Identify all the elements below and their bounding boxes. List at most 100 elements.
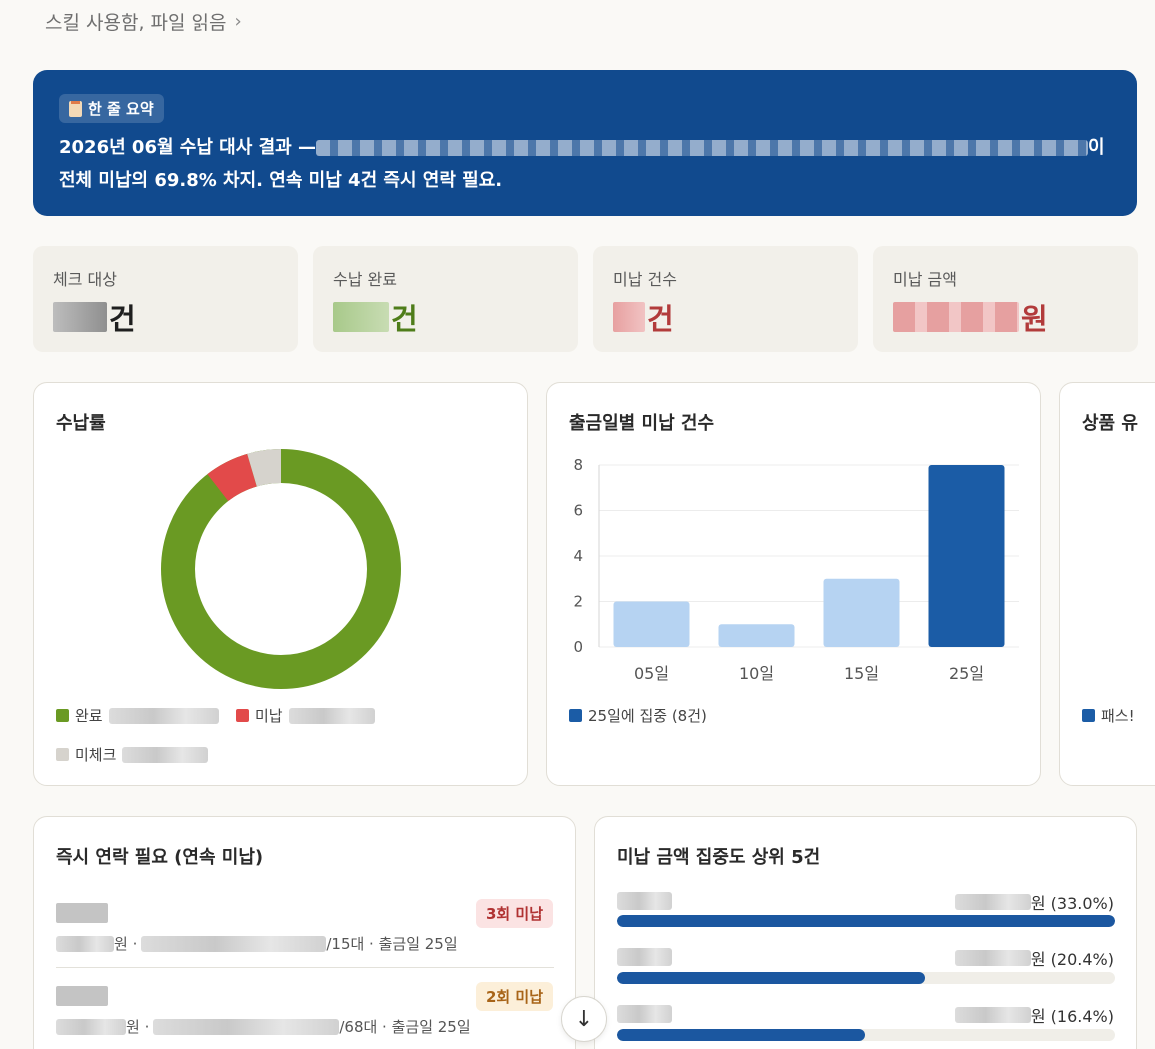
y-tick-label: 2 xyxy=(573,593,583,611)
bar-track xyxy=(617,1029,1115,1041)
legend-label: 미체크 xyxy=(75,746,117,764)
donut-slice-complete xyxy=(161,449,401,689)
stat-card-unpaid-amount: 미납 금액 원 xyxy=(873,246,1138,352)
bar-label-text: 원 (33.0%) xyxy=(1030,894,1114,913)
divider xyxy=(56,967,554,968)
stat-value: 건 xyxy=(333,296,558,338)
list-item-tail: /68대 · 출금일 25일 xyxy=(339,1018,471,1036)
stat-label: 미납 금액 xyxy=(893,270,957,289)
bar-fill xyxy=(617,972,925,984)
redacted-value xyxy=(893,302,1019,332)
list-item-tail: /15대 · 출금일 25일 xyxy=(326,935,458,953)
arrow-down-icon: ↓ xyxy=(574,1006,594,1032)
redacted-text xyxy=(56,1018,126,1035)
redacted-text xyxy=(954,894,1031,910)
redacted-name xyxy=(617,948,672,966)
stat-value: 건 xyxy=(53,296,278,338)
stat-label: 수납 완료 xyxy=(333,270,397,289)
breadcrumb-text: 스킬 사용함, 파일 읽음 xyxy=(45,12,227,34)
y-tick-label: 8 xyxy=(573,456,583,474)
status-badge: 3회 미납 xyxy=(475,899,553,928)
panel-urgent-contact: 즉시 연락 필요 (연속 미납) 3회 미납 원 · /15대 · 출금일 25… xyxy=(33,816,576,1049)
bar-fill xyxy=(617,915,1115,927)
panel-unpaid-by-date: 출금일별 미납 건수 0 2 4 6 8 05일 10일 15일 25일 25일에 집중 (8건… xyxy=(546,382,1041,786)
summary-line-1-suffix: 이 xyxy=(1087,137,1105,158)
legend-label: 패스! xyxy=(1101,707,1135,725)
bar[interactable] xyxy=(613,601,690,648)
stat-label: 체크 대상 xyxy=(53,270,117,289)
redacted-text xyxy=(122,746,209,763)
bar[interactable] xyxy=(928,465,1005,647)
bar-label: 원 (33.0%) xyxy=(954,890,1114,914)
redacted-text xyxy=(954,1007,1031,1023)
y-tick-label: 6 xyxy=(573,502,583,520)
legend-swatch xyxy=(236,709,249,722)
memo-icon xyxy=(69,100,82,117)
redacted-text xyxy=(141,935,327,952)
stat-card-checked: 체크 대상 건 xyxy=(33,246,298,352)
stat-card-paid: 수납 완료 건 xyxy=(313,246,578,352)
panel-product-type: 상품 유 패스! xyxy=(1059,382,1155,786)
legend-label: 25일에 집중 (8건) xyxy=(588,707,707,725)
donut-slice-unpaid xyxy=(207,453,258,502)
scroll-down-button[interactable]: ↓ xyxy=(561,996,607,1042)
bar-track xyxy=(617,915,1115,927)
x-tick-label: 10일 xyxy=(739,664,774,683)
bar-track xyxy=(617,972,1115,984)
amount-unit: 원 · xyxy=(114,935,138,953)
summary-banner: 한 줄 요약 2026년 06월 수납 대사 결과 — 이 전체 미납의 69.8… xyxy=(33,70,1137,216)
legend-swatch xyxy=(569,709,582,722)
stat-label: 미납 건수 xyxy=(613,270,677,289)
redacted-value xyxy=(613,302,645,332)
legend-label: 미납 xyxy=(255,707,283,725)
x-tick-label: 15일 xyxy=(844,664,879,683)
product-legend: 패스! xyxy=(1082,705,1135,726)
summary-tag: 한 줄 요약 xyxy=(59,94,164,123)
legend-unpaid: 미납 xyxy=(236,705,375,726)
list-item-detail: 원 · /68대 · 출금일 25일 xyxy=(56,1016,471,1037)
redacted-name xyxy=(617,892,672,910)
bar-label: 원 (16.4%) xyxy=(954,1003,1114,1027)
redacted-name xyxy=(56,986,108,1006)
redacted-value xyxy=(333,302,389,332)
breadcrumb[interactable]: 스킬 사용함, 파일 읽음 › xyxy=(45,8,242,35)
status-badge: 2회 미납 xyxy=(475,982,553,1011)
panel-title: 즉시 연락 필요 (연속 미납) xyxy=(56,847,264,868)
stat-unit: 건 xyxy=(109,302,136,336)
redacted-text xyxy=(108,707,219,724)
redacted-name xyxy=(617,1005,672,1023)
redacted-text xyxy=(153,1018,340,1035)
list-item-detail: 원 · /15대 · 출금일 25일 xyxy=(56,933,458,954)
legend-swatch xyxy=(56,709,69,722)
redacted-name xyxy=(56,903,108,923)
x-tick-label: 25일 xyxy=(949,664,984,683)
stat-card-unpaid-count: 미납 건수 건 xyxy=(593,246,858,352)
legend-label: 완료 xyxy=(75,707,103,725)
panel-title: 상품 유 xyxy=(1082,413,1138,434)
panel-amount-concentration: 미납 금액 집중도 상위 5건 원 (33.0%) 원 (20.4%) 원 (1… xyxy=(594,816,1137,1049)
legend-swatch xyxy=(56,748,69,761)
bar-label-text: 원 (16.4%) xyxy=(1030,1007,1114,1026)
legend-swatch xyxy=(1082,709,1095,722)
donut-chart xyxy=(161,449,401,689)
redacted-text xyxy=(315,140,1088,156)
bar-label: 원 (20.4%) xyxy=(954,946,1114,970)
redacted-value xyxy=(53,302,107,332)
chevron-right-icon: › xyxy=(234,11,242,32)
bar[interactable] xyxy=(823,578,900,647)
legend-unchecked: 미체크 xyxy=(56,744,209,765)
panel-title: 미납 금액 집중도 상위 5건 xyxy=(617,847,821,868)
bar[interactable] xyxy=(718,624,795,647)
y-tick-label: 0 xyxy=(573,638,583,656)
summary-line-2: 전체 미납의 69.8% 차지. 연속 미납 4건 즉시 연락 필요. xyxy=(59,170,503,191)
summary-line-1-prefix: 2026년 06월 수납 대사 결과 — xyxy=(59,137,316,158)
amount-unit: 원 · xyxy=(126,1018,150,1036)
page: 스킬 사용함, 파일 읽음 › 한 줄 요약 2026년 06월 수납 대사 결… xyxy=(0,0,1155,1049)
y-tick-label: 4 xyxy=(573,547,583,565)
bar-legend: 25일에 집중 (8건) xyxy=(569,705,707,726)
donut-slice-unchecked xyxy=(247,449,282,487)
stat-unit: 건 xyxy=(391,302,418,336)
stat-value: 건 xyxy=(613,296,838,338)
stat-unit: 원 xyxy=(1021,302,1048,336)
bar-chart: 0 2 4 6 8 05일 10일 15일 25일 xyxy=(573,456,1019,683)
